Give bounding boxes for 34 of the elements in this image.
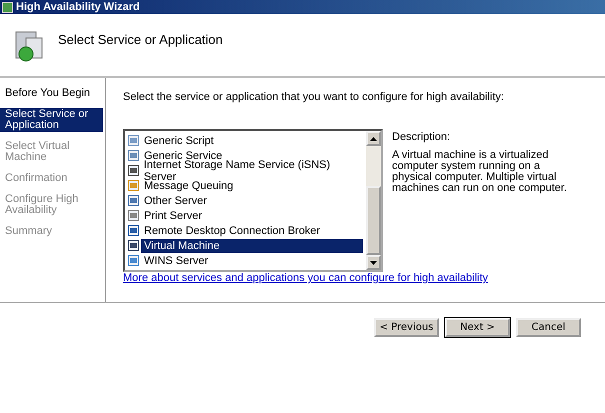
- page-heading: Select Service or Application: [58, 32, 223, 46]
- scroll-down-button[interactable]: [366, 255, 381, 270]
- help-link[interactable]: More about services and applications you can configure for high availability: [123, 272, 589, 284]
- instruction-text: Select the service or application that you want to configure for high availability:: [123, 91, 505, 103]
- service-item[interactable]: Other Server: [141, 194, 210, 208]
- wizard-step[interactable]: Select Service or Application: [0, 108, 103, 132]
- wizard-button[interactable]: < Previous: [374, 318, 439, 336]
- down-arrow-icon: [370, 260, 377, 264]
- service-icon: [128, 165, 139, 176]
- description-label: Description:: [392, 131, 452, 143]
- scroll-thumb[interactable]: [366, 186, 381, 255]
- up-arrow-icon: [370, 136, 377, 140]
- window-title: High Availability Wizard: [16, 1, 140, 13]
- service-icon: [128, 135, 139, 146]
- service-icon: [128, 225, 139, 236]
- service-icon: [128, 240, 139, 251]
- service-item[interactable]: Remote Desktop Connection Broker: [141, 224, 324, 238]
- service-icon: [128, 210, 139, 221]
- wizard-button[interactable]: Cancel: [516, 318, 581, 336]
- service-icon: [128, 180, 139, 191]
- service-icon: [128, 195, 139, 206]
- service-icon: [128, 255, 139, 266]
- description-text: A virtual machine is a virtualized computer system running on a physical computer. Multiple virtual machines can run on one computer.: [392, 150, 568, 194]
- service-icon: [128, 150, 139, 161]
- wizard-button[interactable]: Next >: [445, 318, 510, 336]
- service-item[interactable]: Generic Script: [141, 134, 217, 148]
- service-list[interactable]: Generic Script Generic Service Internet Storage Name Service (iSNS) Server Message Queuing Other Server Print Server Remote Desktop Connection Broker Virtual Machine WINS Server: [123, 129, 383, 272]
- service-item[interactable]: Virtual Machine: [141, 238, 363, 252]
- server-cluster-icon: [14, 30, 44, 64]
- service-item[interactable]: Print Server: [141, 208, 206, 222]
- service-item[interactable]: WINS Server: [141, 254, 212, 268]
- scroll-up-button[interactable]: [366, 131, 381, 146]
- scrollbar[interactable]: [366, 131, 381, 270]
- wizard-step[interactable]: Before You Begin: [0, 87, 103, 100]
